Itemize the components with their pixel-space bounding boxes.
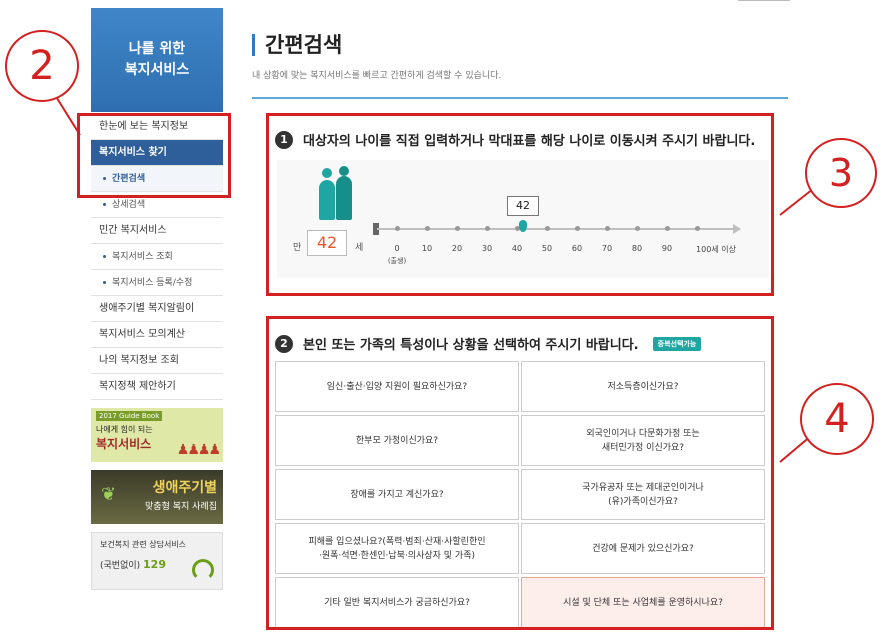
annotation-circle-4: 4 [800,383,874,455]
annotation-pointer-lines [54,94,819,463]
annotation-circle-3: 3 [805,138,877,208]
annotation-circle-2: 2 [5,30,79,102]
